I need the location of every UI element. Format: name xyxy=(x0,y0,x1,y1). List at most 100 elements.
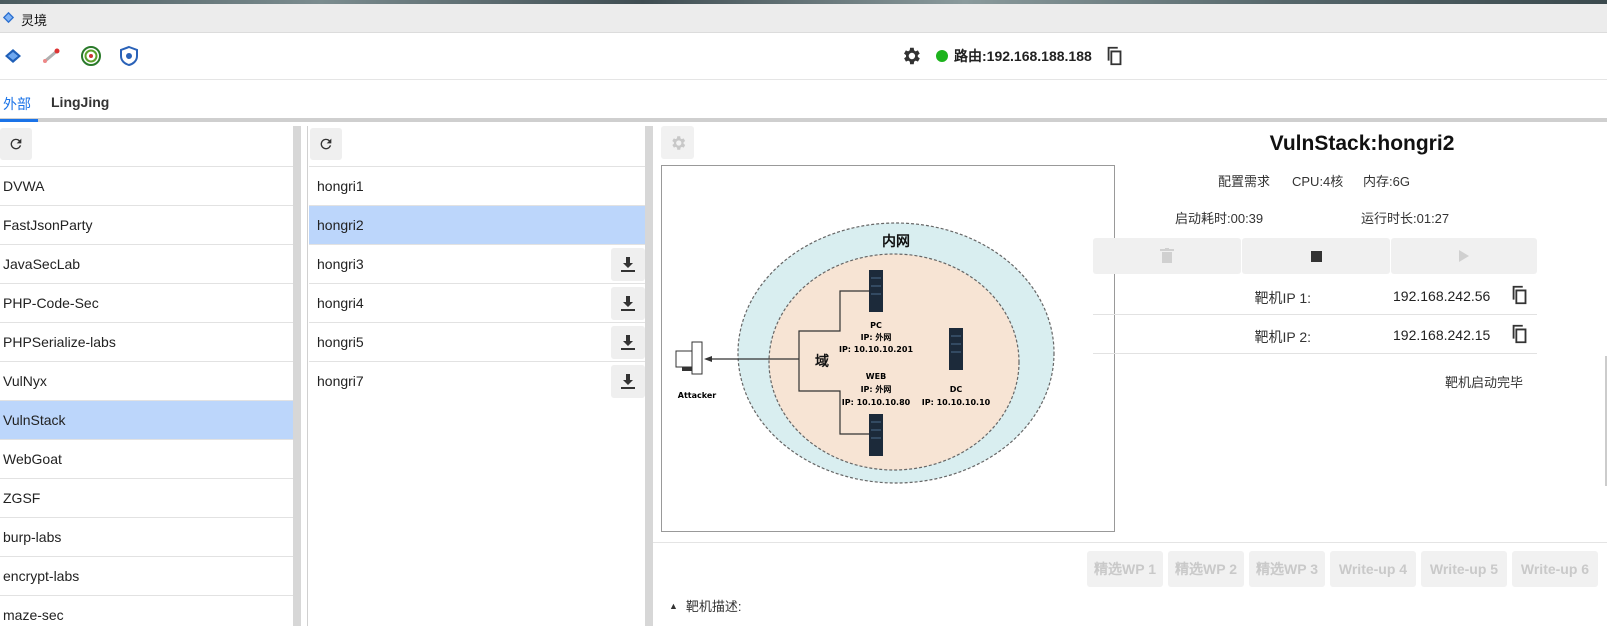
attacker-computer-icon xyxy=(675,341,703,375)
tab-bar: 外部 LingJing xyxy=(0,80,1607,122)
machine-item[interactable]: hongri2 xyxy=(309,205,645,244)
category-item[interactable]: WebGoat xyxy=(0,439,293,478)
dc-ip: IP: 10.10.10.10 xyxy=(922,398,991,407)
category-item[interactable]: PHPSerialize-labs xyxy=(0,322,293,361)
machine-panel: hongri1 hongri2 hongri3 hongri4 hongri5 hongr… xyxy=(307,126,653,626)
writeup-button-1[interactable]: 精选WP 1 xyxy=(1087,551,1163,587)
refresh-icon xyxy=(10,138,22,150)
machine-item[interactable]: hongri7 xyxy=(309,361,645,400)
category-label: WebGoat xyxy=(3,451,62,467)
writeup-button-5[interactable]: Write-up 5 xyxy=(1421,551,1507,587)
settings-gear-icon[interactable] xyxy=(900,45,922,67)
machine-label: hongri7 xyxy=(317,373,364,389)
trash-icon xyxy=(1160,248,1174,263)
category-label: VulnStack xyxy=(3,412,66,428)
category-item[interactable]: JavaSecLab xyxy=(0,244,293,283)
category-item[interactable]: DVWA xyxy=(0,166,293,205)
copy-icon[interactable] xyxy=(1104,45,1126,67)
pc-server-icon xyxy=(869,270,883,312)
pc-name: PC xyxy=(870,321,882,330)
category-item[interactable]: ZGSF xyxy=(0,478,293,517)
shield-icon[interactable] xyxy=(118,45,140,67)
desktop-wallpaper-strip xyxy=(0,0,1607,4)
machine-title: VulnStack:hongri2 xyxy=(1269,132,1455,155)
target-icon[interactable] xyxy=(80,45,102,67)
title-bar: 灵境 xyxy=(0,0,1607,33)
writeup-button-3[interactable]: 精选WP 3 xyxy=(1249,551,1325,587)
machine-list: hongri1 hongri2 hongri3 hongri4 hongri5 hongr… xyxy=(308,166,645,400)
category-item[interactable]: burp-labs xyxy=(0,517,293,556)
network-diagram: 内网 域 Attacker PC IP: 外网 IP: 10.10.10.201 xyxy=(675,222,1055,484)
scrollbar[interactable] xyxy=(649,612,651,626)
machine-info: VulnStack:hongri2 配置需求 CPU:4核 内存:6G 启动耗时… xyxy=(1093,126,1607,526)
target-ip-2-value: 192.168.242.15 xyxy=(1393,327,1491,343)
download-button[interactable] xyxy=(611,326,645,359)
category-item[interactable]: encrypt-labs xyxy=(0,556,293,595)
cpu-spec: CPU:4核 xyxy=(1292,174,1344,189)
category-item[interactable]: VulnStack xyxy=(0,400,293,439)
refresh-categories-button[interactable] xyxy=(0,128,32,160)
download-icon xyxy=(621,373,635,389)
stop-button[interactable] xyxy=(1242,238,1390,274)
download-button[interactable] xyxy=(611,365,645,398)
category-item[interactable]: PHP-Code-Sec xyxy=(0,283,293,322)
rocket-icon[interactable] xyxy=(40,45,62,67)
tab-lingjing[interactable]: LingJing xyxy=(51,80,109,122)
writeup-button-2[interactable]: 精选WP 2 xyxy=(1168,551,1244,587)
download-icon xyxy=(621,334,635,350)
machine-label: hongri1 xyxy=(317,178,364,194)
machine-item[interactable]: hongri1 xyxy=(309,166,645,205)
description-label: 靶机描述: xyxy=(685,599,742,614)
refresh-icon xyxy=(320,138,332,150)
download-button[interactable] xyxy=(611,287,645,320)
machine-label: hongri3 xyxy=(317,256,364,272)
web-server-icon xyxy=(869,414,883,456)
target-status: 靶机启动完毕 xyxy=(1444,375,1523,390)
domain-label: 域 xyxy=(815,353,829,370)
download-button[interactable] xyxy=(611,248,645,281)
window-title: 灵境 xyxy=(21,13,48,28)
copy-icon[interactable] xyxy=(1509,323,1531,345)
category-label: encrypt-labs xyxy=(3,568,80,584)
pc-ip-internal: IP: 10.10.10.201 xyxy=(839,345,913,354)
category-label: FastJsonParty xyxy=(3,217,93,233)
refresh-machines-button[interactable] xyxy=(310,128,342,160)
detail-panel: 内网 域 Attacker PC IP: 外网 IP: 10.10.10.201 xyxy=(653,126,1607,626)
route-address: 路由:192.168.188.188 xyxy=(954,48,1092,64)
caret-up-icon: ▲ xyxy=(669,600,678,611)
web-name: WEB xyxy=(866,372,886,381)
category-list: DVWA FastJsonParty JavaSecLab PHP-Code-Sec P… xyxy=(0,166,293,626)
dc-server-icon xyxy=(949,328,963,370)
category-panel: DVWA FastJsonParty JavaSecLab PHP-Code-Sec P… xyxy=(0,126,301,626)
description-toggle[interactable]: ▲ 靶机描述: xyxy=(669,596,742,615)
diamond-logo-icon[interactable] xyxy=(2,45,24,67)
start-button[interactable] xyxy=(1391,238,1537,274)
target-ip-1-label: 靶机IP 1: xyxy=(1254,290,1311,306)
config-button[interactable] xyxy=(661,126,694,159)
tab-external[interactable]: 外部 xyxy=(0,80,38,122)
writeup-button-4[interactable]: Write-up 4 xyxy=(1330,551,1416,587)
dc-name: DC xyxy=(950,385,963,394)
writeup-button-6[interactable]: Write-up 6 xyxy=(1512,551,1598,587)
app-logo-icon xyxy=(2,11,15,24)
machine-item[interactable]: hongri3 xyxy=(309,244,645,283)
delete-button[interactable] xyxy=(1093,238,1241,274)
category-item[interactable]: FastJsonParty xyxy=(0,205,293,244)
scrollbar[interactable] xyxy=(297,612,299,626)
machine-item[interactable]: hongri4 xyxy=(309,283,645,322)
machine-item[interactable]: hongri5 xyxy=(309,322,645,361)
attacker-label: Attacker xyxy=(678,391,717,400)
play-icon xyxy=(1459,250,1469,262)
copy-icon[interactable] xyxy=(1509,284,1531,306)
category-item[interactable]: maze-sec xyxy=(0,595,293,626)
web-ip-external: IP: 外网 xyxy=(861,384,892,394)
machine-label: hongri2 xyxy=(317,217,364,233)
pc-ip-external: IP: 外网 xyxy=(861,332,892,342)
target-ip-1-row: 靶机IP 1: 192.168.242.56 xyxy=(1093,276,1537,315)
main-toolbar: 路由:192.168.188.188 xyxy=(0,33,1607,80)
category-label: PHP-Code-Sec xyxy=(3,295,99,311)
web-ip-internal: IP: 10.10.10.80 xyxy=(842,398,911,407)
category-label: DVWA xyxy=(3,178,45,194)
category-item[interactable]: VulNyx xyxy=(0,361,293,400)
category-label: JavaSecLab xyxy=(3,256,81,272)
